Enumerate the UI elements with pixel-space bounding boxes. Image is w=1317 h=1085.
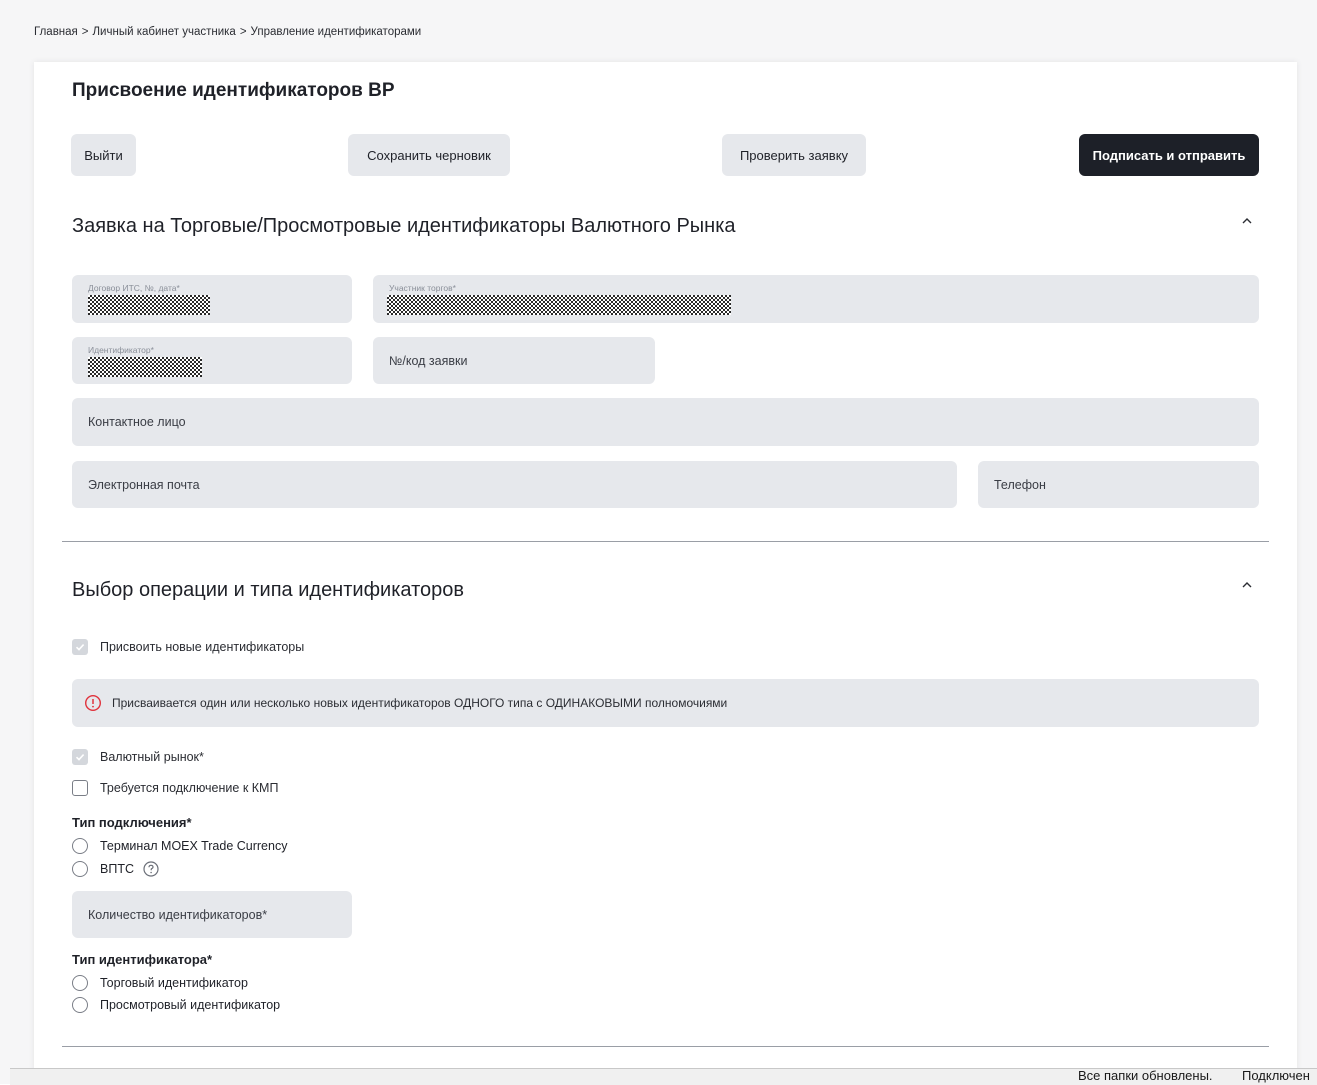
- radio-view[interactable]: [72, 997, 88, 1013]
- identifier-type-label: Тип идентификатора*: [72, 952, 213, 967]
- identifiers-count-placeholder: Количество идентификаторов*: [88, 907, 268, 922]
- status-folders-updated: Все папки обновлены.: [1078, 1068, 1213, 1083]
- email-placeholder: Электронная почта: [88, 477, 200, 492]
- status-connection: Подключен: [1242, 1068, 1310, 1083]
- chevron-up-icon[interactable]: [1238, 576, 1256, 594]
- info-warning-icon: [84, 694, 102, 712]
- redacted-value: [88, 295, 210, 315]
- save-draft-button[interactable]: Сохранить черновик: [348, 134, 510, 176]
- exit-button[interactable]: Выйти: [71, 134, 136, 176]
- identifier-option-view[interactable]: Просмотровый идентификатор: [72, 997, 280, 1013]
- checkmark-icon: [75, 754, 85, 761]
- currency-market-checkbox-row[interactable]: Валютный рынок*: [72, 749, 204, 765]
- contract-label: Договор ИТС, №, дата*: [88, 283, 180, 293]
- currency-market-label: Валютный рынок*: [100, 750, 204, 764]
- redacted-value: [387, 295, 731, 315]
- identifier-option-trading-label: Торговый идентификатор: [100, 976, 248, 990]
- redacted-value: [88, 357, 202, 377]
- info-banner: Присваивается один или несколько новых и…: [72, 679, 1259, 727]
- help-icon[interactable]: [142, 860, 160, 878]
- radio-trading[interactable]: [72, 975, 88, 991]
- assign-new-checkbox[interactable]: [72, 639, 88, 655]
- phone-placeholder: Телефон: [994, 477, 1046, 492]
- participant-field[interactable]: Участник торгов*: [373, 275, 1259, 323]
- breadcrumb-home[interactable]: Главная: [34, 26, 78, 38]
- breadcrumb-separator: >: [239, 26, 247, 38]
- request-number-input[interactable]: №/код заявки: [373, 337, 655, 384]
- identifiers-count-input[interactable]: Количество идентификаторов*: [72, 891, 352, 938]
- breadcrumb-separator: >: [81, 26, 89, 38]
- participant-label: Участник торгов*: [389, 283, 456, 293]
- kmp-checkbox-row[interactable]: Требуется подключение к КМП: [72, 780, 278, 796]
- currency-market-checkbox[interactable]: [72, 749, 88, 765]
- section-operation-title: Выбор операции и типа идентификаторов: [72, 579, 464, 601]
- sign-and-send-button[interactable]: Подписать и отправить: [1079, 134, 1259, 176]
- status-bar: Все папки обновлены. Подключен: [10, 1068, 1317, 1085]
- contract-field[interactable]: Договор ИТС, №, дата*: [72, 275, 352, 323]
- radio-terminal[interactable]: [72, 838, 88, 854]
- section-divider: [62, 541, 1269, 542]
- breadcrumb-current: Управление идентификаторами: [250, 26, 422, 38]
- identifier-field[interactable]: Идентификатор*: [72, 337, 352, 384]
- kmp-checkbox[interactable]: [72, 780, 88, 796]
- section-request-title: Заявка на Торговые/Просмотровые идентифи…: [72, 215, 736, 237]
- assign-new-label: Присвоить новые идентификаторы: [100, 640, 305, 654]
- phone-input[interactable]: Телефон: [978, 461, 1259, 508]
- checkmark-icon: [75, 644, 85, 651]
- section-divider: [62, 1046, 1269, 1047]
- email-input[interactable]: Электронная почта: [72, 461, 957, 508]
- identifier-label: Идентификатор*: [88, 345, 154, 355]
- request-number-placeholder: №/код заявки: [389, 353, 468, 368]
- contact-person-placeholder: Контактное лицо: [88, 415, 186, 429]
- connection-option-vpts[interactable]: ВПТС: [72, 860, 160, 878]
- kmp-label: Требуется подключение к КМП: [100, 781, 279, 795]
- contact-person-input[interactable]: Контактное лицо: [72, 398, 1259, 446]
- connection-option-terminal[interactable]: Терминал MOEX Trade Currency: [72, 838, 287, 854]
- assign-new-checkbox-row[interactable]: Присвоить новые идентификаторы: [72, 639, 304, 655]
- breadcrumb: Главная > Личный кабинет участника > Управле…: [34, 26, 421, 38]
- radio-vpts[interactable]: [72, 861, 88, 877]
- breadcrumb-cabinet[interactable]: Личный кабинет участника: [93, 26, 236, 38]
- chevron-up-icon[interactable]: [1238, 212, 1256, 230]
- check-request-button[interactable]: Проверить заявку: [722, 134, 866, 176]
- connection-option-terminal-label: Терминал MOEX Trade Currency: [100, 839, 288, 853]
- identifier-option-trading[interactable]: Торговый идентификатор: [72, 975, 248, 991]
- identifier-option-view-label: Просмотровый идентификатор: [100, 998, 281, 1012]
- page-title: Присвоение идентификаторов ВР: [72, 80, 395, 101]
- info-text: Присваивается один или несколько новых и…: [112, 696, 728, 710]
- connection-option-vpts-label: ВПТС: [100, 862, 134, 876]
- connection-type-label: Тип подключения*: [72, 815, 192, 830]
